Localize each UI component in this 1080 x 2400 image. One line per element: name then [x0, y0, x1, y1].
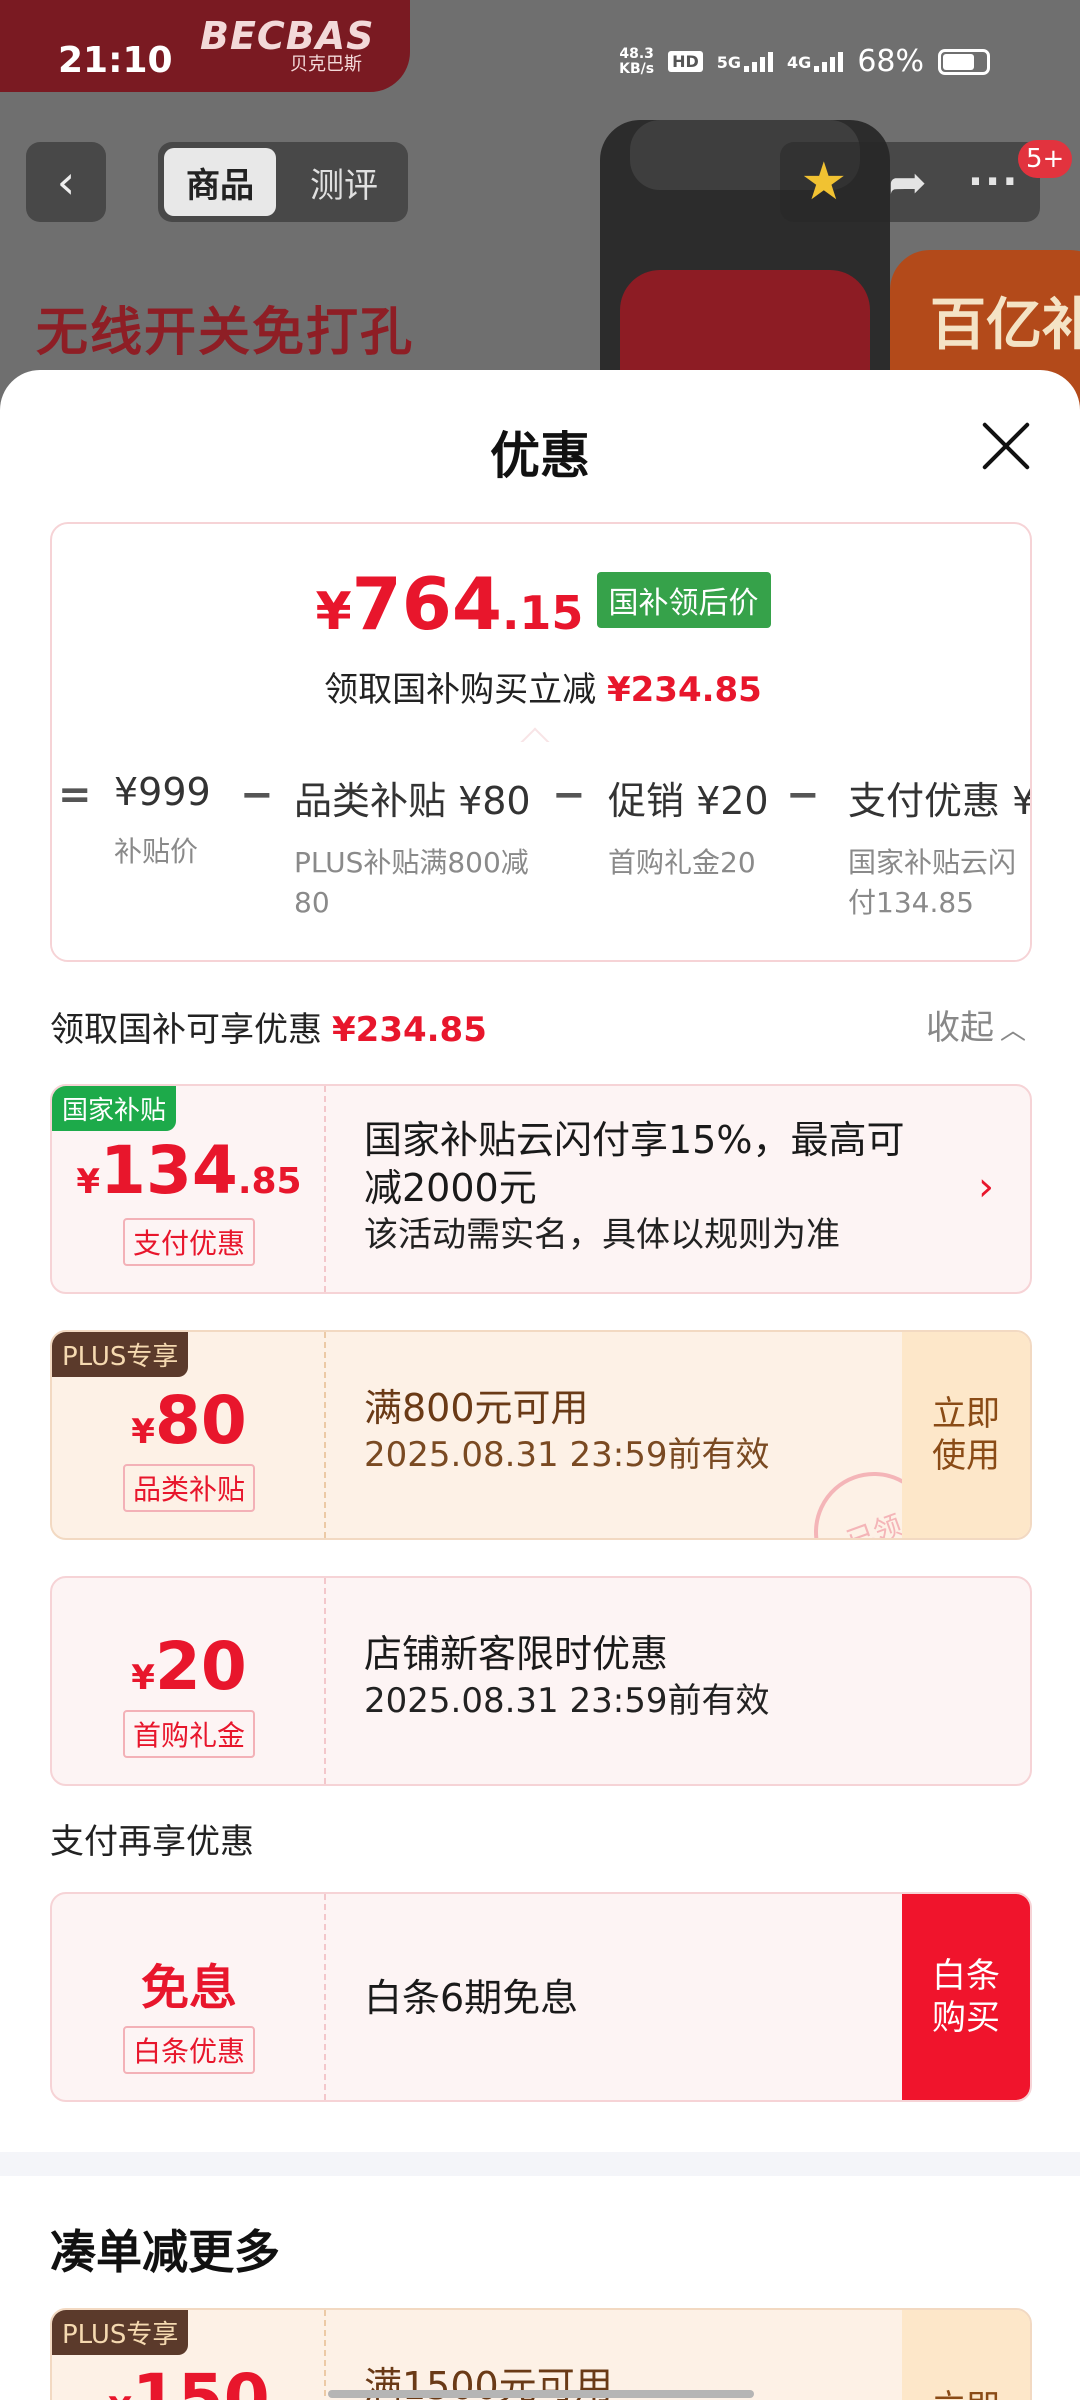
breakdown-item: 支付优惠 ¥134.85 国家补贴云闪付134.85	[848, 779, 1030, 919]
coupon-plus-category[interactable]: PLUS专享 ¥80 品类补贴 满800元可用 2025.08.31 23:59…	[50, 1330, 1032, 1540]
chevron-up-icon: ︿	[1000, 1016, 1027, 1046]
plus-exclusive-tag: PLUS专享	[52, 2310, 189, 2355]
tab-review[interactable]: 测评	[288, 148, 400, 216]
use-now-button[interactable]: 立即使用	[902, 1332, 1030, 1538]
coupon-payment[interactable]: 国家补贴 ¥134.85 支付优惠 国家补贴云闪付享15%，最高可减2000元 …	[50, 1084, 1032, 1294]
coupon-amount: ¥134.85	[76, 1132, 302, 1209]
sheet-title: 优惠	[490, 427, 590, 485]
coupon-amount: ¥80	[131, 1382, 247, 1459]
interest-free-label: 免息	[140, 1960, 237, 2016]
breakdown-item: ¥999 补贴价	[114, 770, 211, 868]
network-speed: 48.3 KB/s	[619, 45, 655, 77]
battery-percent: 68%	[857, 44, 924, 79]
product-tagline: 无线开关免打孔	[36, 303, 415, 363]
subsidy-price-tag: 国补领后价	[596, 572, 771, 628]
coupon-description: 店铺新客限时优惠 2025.08.31 23:59前有效	[364, 1632, 770, 1721]
star-icon[interactable]: ★	[801, 152, 848, 212]
collapse-button[interactable]: 收起 ︿	[926, 1000, 1026, 1049]
signal-4g-icon: 4G	[787, 51, 844, 72]
coupon-description: 满800元可用 2025.08.31 23:59前有效	[364, 1386, 770, 1475]
coupon-type: 支付优惠	[52, 1218, 326, 1266]
final-price: ¥764.15 国补领后价	[52, 562, 1030, 646]
subsidy-section-title: 领取国补可享优惠 ¥234.85	[50, 1010, 487, 1050]
breakdown-item: 品类补贴 ¥80 PLUS补贴满800减80	[294, 779, 531, 919]
nav-actions: ★ ➦ ···	[780, 142, 1040, 222]
use-now-button[interactable]: 立即	[902, 2310, 1030, 2400]
message-badge: 5+	[1018, 140, 1073, 178]
coupon-description: 白条6期免息	[364, 1976, 579, 2020]
coupon-type: 品类补贴	[52, 1464, 326, 1512]
status-icons: 48.3 KB/s HD 5G 4G 68%	[619, 44, 990, 79]
status-time: 21:10	[58, 40, 173, 81]
coupon-type: 白条优惠	[52, 2026, 326, 2074]
close-icon[interactable]	[980, 420, 1032, 472]
savings-line: 领取国补购买立减 ¥234.85	[324, 670, 762, 710]
price-summary-card: ¥764.15 国补领后价 领取国补购买立减 ¥234.85 = ¥999 补贴…	[50, 522, 1032, 962]
hd-icon: HD	[668, 51, 703, 72]
more-icon[interactable]: ···	[968, 159, 1020, 205]
baitiao-buy-button[interactable]: 白条购买	[902, 1894, 1030, 2100]
coupon-type: 首购礼金	[52, 1710, 326, 1758]
national-subsidy-tag: 国家补贴	[52, 1086, 177, 1131]
coupon-first-purchase[interactable]: ¥20 首购礼金 店铺新客限时优惠 2025.08.31 23:59前有效	[50, 1576, 1032, 1786]
price-breakdown: = ¥999 补贴价 − 品类补贴 ¥80 PLUS补贴满800减80 − 促销…	[52, 742, 1030, 960]
home-indicator[interactable]	[328, 2390, 754, 2398]
coupon-description: 国家补贴云闪付享15%，最高可减2000元 该活动需实名，具体以规则为准	[364, 1118, 905, 1255]
chevron-right-icon[interactable]: ›	[978, 1164, 994, 1210]
breakdown-item: 促销 ¥20 首购礼金20	[608, 779, 769, 879]
coupon-baitiao[interactable]: 免息 白条优惠 白条6期免息 白条购买	[50, 1892, 1032, 2102]
signal-5g-icon: 5G	[717, 51, 774, 72]
back-button[interactable]: ‹	[26, 142, 106, 222]
more-discount-title: 凑单减更多	[50, 2225, 280, 2279]
coupon-plus-1500[interactable]: PLUS专享 ¥150 满1500元可用 立即	[50, 2308, 1032, 2400]
share-icon[interactable]: ➦	[888, 155, 927, 209]
chevron-left-icon: ‹	[56, 155, 76, 209]
product-tabs: 商品 测评	[158, 142, 408, 222]
section-divider	[0, 2152, 1080, 2176]
discount-sheet: 优惠 ¥764.15 国补领后价 领取国补购买立减 ¥234.85 = ¥999…	[0, 370, 1080, 2400]
coupon-amount: ¥20	[131, 1628, 247, 1705]
tab-product[interactable]: 商品	[164, 148, 276, 216]
battery-icon	[938, 48, 990, 75]
plus-exclusive-tag: PLUS专享	[52, 1332, 189, 1377]
status-bar: 21:10 48.3 KB/s HD 5G 4G 68%	[0, 0, 1080, 92]
coupon-amount: ¥150	[108, 2360, 270, 2400]
pay-section-title: 支付再享优惠	[50, 1822, 254, 1862]
